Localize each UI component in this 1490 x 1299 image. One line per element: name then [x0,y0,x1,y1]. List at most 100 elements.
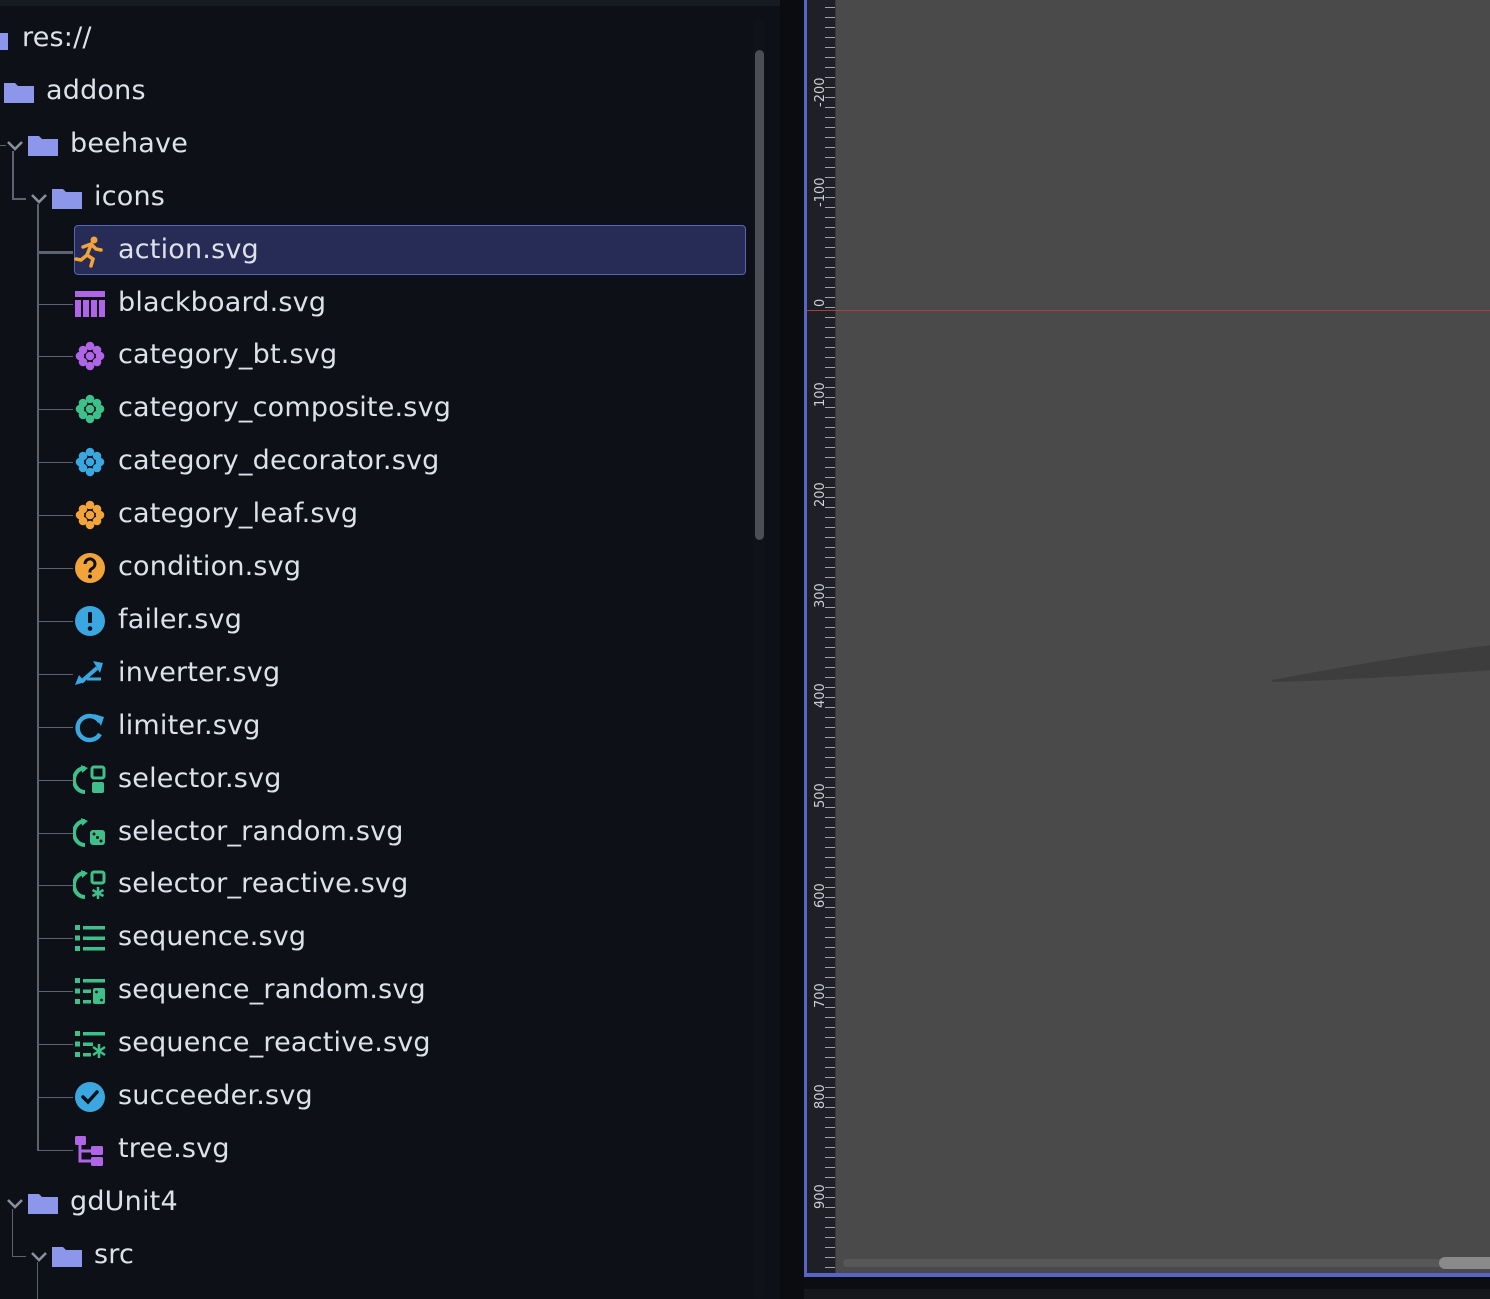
folder-icon [50,1239,84,1273]
file-item-selector-svg[interactable]: selector.svg [0,754,750,807]
item-label: selector_random.svg [118,815,404,847]
file-item-sequence-reactive-svg[interactable]: sequence_reactive.svg [0,1018,750,1071]
tree-guide-line [12,197,26,200]
category-bt-icon [73,339,107,373]
item-label: tree.svg [118,1132,230,1164]
item-label: category_decorator.svg [118,445,440,477]
tree-guide-line [37,726,73,728]
item-label: category_bt.svg [118,339,338,371]
tree-guide-line [37,1097,73,1098]
item-label: beehave [70,127,189,159]
tree-guide-line [37,515,73,517]
item-label: selector_reactive.svg [118,868,409,900]
selector-random-icon [72,816,107,850]
folder-item-addons[interactable]: addons [0,66,750,119]
viewport-h-scrollbar-thumb[interactable] [1439,1257,1490,1269]
folder-item-res[interactable]: res:// [0,13,750,66]
tree-guide-line [12,150,14,198]
folder-item-beehave[interactable]: beehave [0,119,750,172]
viewport-h-scrollbar[interactable] [843,1259,1490,1267]
tree-guide-line [37,356,73,358]
file-item-selector-reactive-svg[interactable]: selector_reactive.svg [0,859,750,912]
category-decorator-icon [73,445,107,479]
file-item-category-composite-svg[interactable]: category_composite.svg [0,383,750,436]
folder-item-gdunit4[interactable]: gdUnit4 [0,1177,750,1230]
file-item-blackboard-svg[interactable]: blackboard.svg [0,278,750,331]
chevron-down-icon[interactable] [30,1248,48,1266]
item-label: icons [94,180,166,212]
folder-icon [26,1186,60,1220]
item-label: succeeder.svg [118,1080,313,1111]
file-item-category-decorator-svg[interactable]: category_decorator.svg [0,436,750,489]
item-label: sequence.svg [118,921,307,953]
folder-item-icons[interactable]: icons [0,172,750,225]
tree-guide-line [37,885,73,887]
file-item-category-leaf-svg[interactable]: category_leaf.svg [0,489,750,542]
canvas-viewport[interactable]: -200 -100 0 100 200 300 400 500 600 700 800 900 [804,0,1490,1277]
file-item-succeeder-svg[interactable]: succeeder.svg [0,1071,750,1124]
filesystem-dock: res:// addons beehave icons action.svg blac… [0,0,780,1299]
tree-guide-line [37,203,39,1150]
file-item-inverter-svg[interactable]: inverter.svg [0,648,750,701]
blackboard-icon [73,287,107,321]
file-item-condition-svg[interactable]: condition.svg [0,542,750,595]
file-item-sequence-svg[interactable]: sequence.svg [0,912,750,965]
item-label: limiter.svg [118,709,261,741]
item-label: gdUnit4 [70,1185,178,1217]
folder-item-src[interactable]: src [0,1230,750,1283]
folder-icon [2,75,36,109]
file-item-tree-svg[interactable]: tree.svg [0,1124,750,1177]
item-label: res:// [22,22,92,53]
file-item-failer-svg[interactable]: failer.svg [0,595,750,648]
tree-guide-line [37,1149,73,1151]
category-composite-icon [73,392,107,426]
sequence-reactive-icon [73,1027,107,1061]
chevron-down-icon[interactable] [6,1195,24,1213]
file-tree: res:// addons beehave icons action.svg blac… [0,0,750,1299]
item-label: selector.svg [118,762,282,794]
sequence-list-icon [73,921,107,955]
chevron-down-icon[interactable] [30,190,48,208]
tree-guide-line [37,673,73,675]
item-label: failer.svg [118,603,243,635]
tree-guide-line [37,409,73,411]
tree-guide-line [37,462,73,464]
tree-guide-line [37,1261,38,1299]
category-leaf-icon [73,498,107,532]
item-label: condition.svg [118,551,302,582]
tree-guide-line [37,779,73,781]
file-item-sequence-random-svg[interactable]: sequence_random.svg [0,965,750,1018]
file-item-category-bt-svg[interactable]: category_bt.svg [0,330,750,383]
exclamation-icon [73,604,107,638]
item-label: inverter.svg [118,656,281,688]
canvas-shape [1272,645,1490,682]
tree-guide-line [37,991,73,993]
refresh-arrow-icon [73,710,107,744]
file-item-action-svg[interactable]: action.svg [0,224,750,278]
item-label: category_composite.svg [118,392,452,424]
sequence-random-icon [73,974,107,1008]
file-item-limiter-svg[interactable]: limiter.svg [0,701,750,754]
item-label: addons [46,74,146,106]
item-label: src [94,1238,135,1270]
item-label: blackboard.svg [118,286,327,318]
tree-scrollbar-thumb[interactable] [755,50,764,540]
tree-guide-line [37,938,73,940]
tree-icon [73,1133,107,1167]
tree-guide-line [37,250,73,254]
tree-guide-line [12,1208,13,1256]
tree-guide-line [37,568,73,569]
chevron-down-icon[interactable] [6,137,24,155]
action-runner-icon [73,234,107,268]
question-mark-icon [73,551,107,585]
dock-splitter[interactable] [780,0,804,1299]
item-label: action.svg [118,233,259,265]
tree-guide-line [37,303,73,305]
tree-guide-line [12,1255,26,1257]
folder-icon [26,128,60,162]
selector-reactive-icon [72,868,107,902]
item-label: category_leaf.svg [118,498,359,530]
file-item-selector-random-svg[interactable]: selector_random.svg [0,807,750,860]
item-label: sequence_reactive.svg [118,1027,431,1059]
check-circle-icon [73,1080,107,1114]
